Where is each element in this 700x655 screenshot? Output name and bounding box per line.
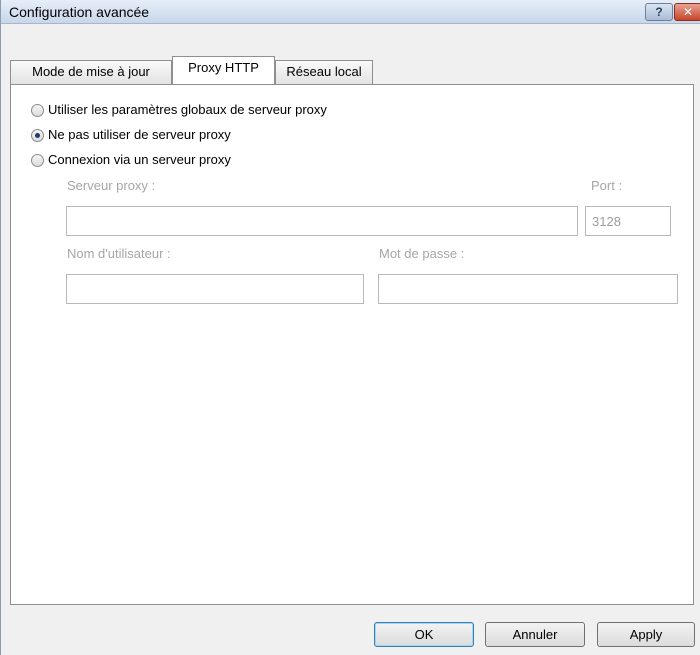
username-input[interactable] <box>66 274 364 304</box>
radio-button[interactable] <box>31 154 44 167</box>
radio-connect-via-proxy[interactable]: Connexion via un serveur proxy <box>31 152 291 170</box>
password-label: Mot de passe : <box>379 246 465 261</box>
advanced-config-dialog: Configuration avancée ? ✕ Mode de mise à… <box>0 0 700 655</box>
radio-label: Ne pas utiliser de serveur proxy <box>48 127 231 142</box>
radio-use-global-proxy[interactable]: Utiliser les paramètres globaux de serve… <box>31 102 391 120</box>
proxy-server-input[interactable] <box>66 206 578 236</box>
radio-label: Utiliser les paramètres globaux de serve… <box>48 102 327 117</box>
radio-no-proxy[interactable]: Ne pas utiliser de serveur proxy <box>31 127 291 145</box>
ok-button[interactable]: OK <box>374 622 474 647</box>
username-label: Nom d'utilisateur : <box>67 246 171 261</box>
tab-update-mode[interactable]: Mode de mise à jour <box>10 60 172 84</box>
port-label: Port : <box>591 178 623 193</box>
password-input[interactable] <box>378 274 678 304</box>
tab-http-proxy[interactable]: Proxy HTTP <box>172 56 275 84</box>
window-title: Configuration avancée <box>9 4 150 20</box>
cancel-button[interactable]: Annuler <box>485 622 585 647</box>
port-input[interactable] <box>585 206 671 236</box>
help-button[interactable]: ? <box>645 3 673 21</box>
tab-local-network[interactable]: Réseau local <box>275 60 373 84</box>
proxy-server-label: Serveur proxy : <box>67 178 156 193</box>
radio-button[interactable] <box>31 129 44 142</box>
close-button[interactable]: ✕ <box>674 3 700 21</box>
apply-button[interactable]: Apply <box>597 622 695 647</box>
radio-button[interactable] <box>31 104 44 117</box>
radio-label: Connexion via un serveur proxy <box>48 152 231 167</box>
title-bar: Configuration avancée ? ✕ <box>1 0 700 24</box>
